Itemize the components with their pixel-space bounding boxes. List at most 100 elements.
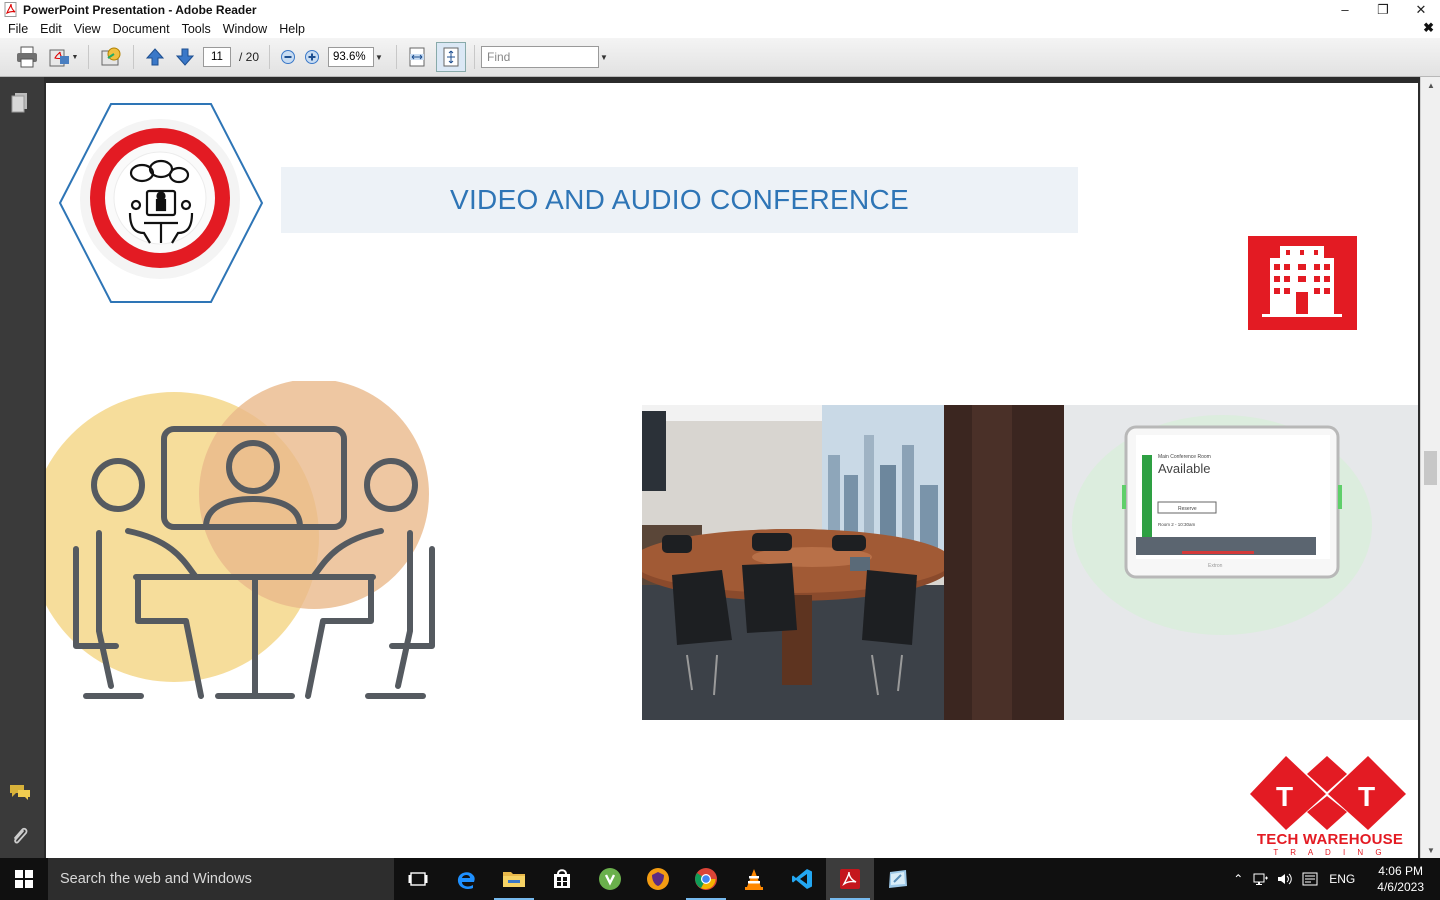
building-icon	[1262, 246, 1342, 317]
taskbar-store[interactable]	[538, 858, 586, 900]
comment-icon	[10, 785, 30, 800]
meeting-room-icon	[58, 103, 264, 303]
scroll-down-arrow[interactable]: ▼	[1421, 842, 1440, 858]
chevron-up-icon[interactable]: ⌃	[1227, 872, 1249, 886]
menu-bar: File Edit View Document Tools Window Hel…	[0, 19, 1440, 38]
panel-status-label: Available	[1158, 461, 1211, 476]
camtasia-icon	[599, 868, 621, 890]
close-window-button[interactable]: ✕	[1402, 0, 1440, 19]
vlc-cone-icon	[745, 869, 763, 890]
share-icon	[101, 47, 121, 66]
taskbar-app-glass[interactable]	[874, 858, 922, 900]
video-meeting-icon	[46, 379, 435, 699]
find-input[interactable]: Find	[481, 46, 600, 68]
tech-warehouse-diamond-icon: T T	[1250, 756, 1406, 830]
zoom-in-icon	[305, 50, 320, 64]
menu-tools[interactable]: Tools	[176, 22, 217, 36]
volume-icon[interactable]	[1273, 872, 1297, 886]
restore-button[interactable]: ❐	[1364, 0, 1402, 19]
find-dropdown-arrow[interactable]: ▼	[599, 47, 609, 67]
meeting-illustration	[46, 379, 436, 703]
menu-file[interactable]: File	[0, 22, 34, 36]
chrome-icon	[695, 868, 717, 890]
slide-title-band: VIDEO AND AUDIO CONFERENCE	[281, 167, 1078, 233]
taskbar-edge[interactable]	[442, 858, 490, 900]
taskbar-file-explorer[interactable]	[490, 858, 538, 900]
taskbar-search-box[interactable]: Search the web and Windows	[48, 858, 394, 900]
fit-width-icon	[409, 47, 425, 67]
vscode-icon	[792, 869, 812, 889]
conference-room-image: Main Conference Room Available Reserve R…	[642, 405, 1418, 720]
close-document-button[interactable]: ✖	[1423, 20, 1434, 36]
taskbar-vlc[interactable]	[730, 858, 778, 900]
notifications-icon[interactable]	[1297, 872, 1323, 886]
toolbar-divider	[396, 45, 398, 69]
paperclip-icon	[14, 827, 28, 844]
page-number-input[interactable]: 11	[203, 47, 231, 67]
conference-room-photo: Main Conference Room Available Reserve R…	[642, 405, 1418, 720]
windows-logo-icon	[15, 870, 33, 888]
arrow-down-icon	[175, 48, 195, 66]
pages-panel-button[interactable]	[8, 91, 32, 115]
vertical-scrollbar[interactable]: ▲ ▼	[1420, 77, 1440, 858]
clock-time: 4:06 PM	[1378, 864, 1423, 878]
fit-page-icon	[443, 47, 459, 67]
zoom-in-button[interactable]	[300, 43, 324, 71]
pages-icon	[11, 93, 27, 113]
menu-view[interactable]: View	[68, 22, 107, 36]
panel-reserve-button: Reserve	[1178, 506, 1197, 512]
print-button[interactable]	[10, 43, 44, 71]
toolbar: ▼ 11 / 20 93.6% ▼ Find ▼	[0, 38, 1440, 77]
next-page-button[interactable]	[170, 43, 200, 71]
navigation-panel	[0, 77, 44, 858]
taskbar-adobe-reader[interactable]	[826, 858, 874, 900]
start-button[interactable]	[0, 858, 48, 900]
menu-help[interactable]: Help	[273, 22, 311, 36]
window-title: PowerPoint Presentation - Adobe Reader	[23, 2, 257, 17]
previous-page-button[interactable]	[140, 43, 170, 71]
minimize-button[interactable]: –	[1326, 0, 1364, 19]
menu-window[interactable]: Window	[217, 22, 273, 36]
zoom-dropdown-arrow[interactable]: ▼	[374, 47, 384, 67]
panel-room-label: Main Conference Room	[1158, 454, 1211, 460]
task-view-icon	[408, 872, 428, 886]
zoom-out-icon	[281, 50, 296, 64]
zoom-level-input[interactable]: 93.6%	[328, 47, 375, 67]
logo-tagline: T R A D I N G	[1273, 848, 1387, 857]
scroll-thumb[interactable]	[1424, 451, 1437, 485]
menu-edit[interactable]: Edit	[34, 22, 68, 36]
task-view-button[interactable]	[394, 858, 442, 900]
building-logo	[1248, 236, 1357, 330]
fit-width-button[interactable]	[403, 43, 431, 71]
save-dropdown-button[interactable]: ▼	[44, 43, 82, 71]
scroll-up-arrow[interactable]: ▲	[1421, 77, 1440, 93]
system-tray: ⌃ ENG 4:06 PM 4/6/2023	[1227, 858, 1440, 900]
edge-browser-icon	[457, 872, 475, 889]
adobe-reader-icon	[840, 869, 860, 889]
zoom-out-button[interactable]	[276, 43, 300, 71]
title-bar: PowerPoint Presentation - Adobe Reader –…	[0, 0, 1440, 19]
menu-document[interactable]: Document	[107, 22, 176, 36]
attachments-panel-button[interactable]	[8, 824, 32, 848]
comments-panel-button[interactable]	[8, 780, 32, 804]
fit-page-button[interactable]	[436, 42, 467, 72]
network-icon[interactable]	[1249, 872, 1273, 886]
conference-logo	[58, 101, 264, 305]
page-count: / 20	[239, 50, 260, 64]
toolbar-divider	[133, 45, 134, 69]
shield-icon	[647, 868, 669, 890]
taskbar-app-green[interactable]	[586, 858, 634, 900]
taskbar-chrome[interactable]	[682, 858, 730, 900]
toolbar-divider	[474, 45, 476, 69]
toolbar-divider	[88, 45, 89, 69]
taskbar-vscode[interactable]	[778, 858, 826, 900]
language-indicator[interactable]: ENG	[1329, 872, 1355, 886]
taskbar-app-shield[interactable]	[634, 858, 682, 900]
panel-meeting-label: Room 2 - 10:30am	[1158, 522, 1196, 527]
logo-letter-t-right: T	[1358, 781, 1375, 812]
chevron-down-icon: ▼	[71, 53, 79, 61]
tech-warehouse-logo: T T TECH WAREHOUSE T R A D I N G	[1244, 754, 1412, 858]
clock[interactable]: 4:06 PM 4/6/2023	[1377, 863, 1424, 895]
clock-date: 4/6/2023	[1377, 880, 1424, 894]
share-button[interactable]	[95, 43, 127, 71]
